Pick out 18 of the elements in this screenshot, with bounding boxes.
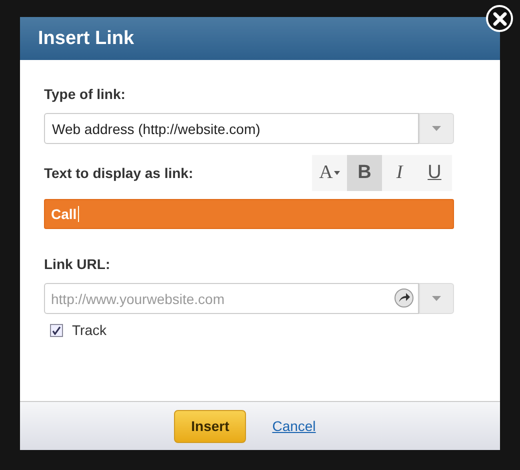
close-button[interactable] bbox=[486, 5, 513, 32]
format-button[interactable]: B bbox=[347, 155, 382, 191]
field-label: Type of link: bbox=[44, 86, 126, 102]
checkbox-label: Track bbox=[72, 322, 106, 338]
url-field[interactable]: http://www.yourwebsite.com bbox=[44, 283, 419, 314]
dialog-title: Insert Link bbox=[38, 28, 134, 50]
format-button[interactable]: A bbox=[312, 155, 347, 191]
track-checkbox[interactable] bbox=[50, 324, 63, 336]
insert-button[interactable]: Insert bbox=[174, 410, 246, 442]
format-button[interactable]: I bbox=[382, 155, 417, 191]
link-type-select[interactable]: Web address (http://website.com) bbox=[44, 113, 419, 144]
field-label: Text to display as link: bbox=[44, 165, 194, 181]
cancel-link[interactable]: Cancel bbox=[272, 418, 316, 434]
format-button[interactable]: U bbox=[417, 155, 452, 191]
caret-icon bbox=[334, 171, 340, 175]
caret-icon bbox=[432, 126, 441, 131]
field-label: Link URL: bbox=[44, 256, 112, 272]
caret-icon bbox=[432, 296, 441, 301]
